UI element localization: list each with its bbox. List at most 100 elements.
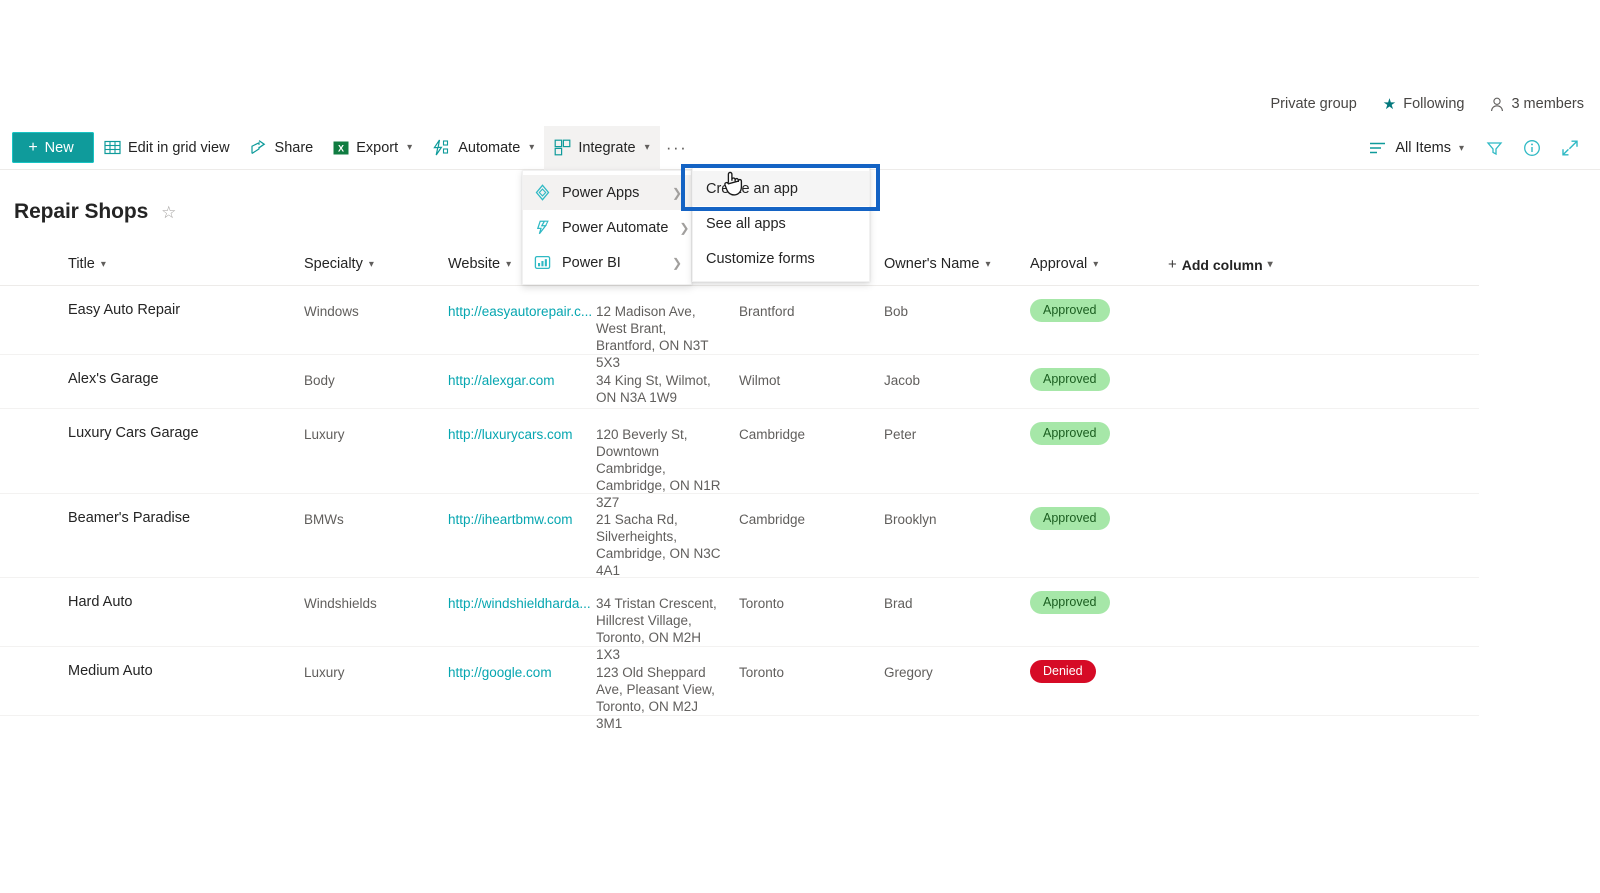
- submenu-item-customize-forms[interactable]: Customize forms: [693, 241, 869, 276]
- submenu-item-create-an-app[interactable]: Create an app: [693, 171, 869, 206]
- cell-specialty: Windows: [304, 304, 359, 319]
- cell-specialty: BMWs: [304, 512, 344, 527]
- share-icon: [250, 139, 268, 156]
- chevron-down-icon: ▾: [644, 142, 650, 153]
- cell-approval: Approved: [1030, 494, 1168, 530]
- list-view-icon: [1369, 141, 1387, 155]
- cell-empty: [1168, 286, 1328, 303]
- cell-city: Cambridge: [739, 512, 806, 527]
- cell-specialty: Luxury: [304, 665, 345, 680]
- command-bar-right: All Items ▾: [1361, 126, 1586, 170]
- cell-owner-name: Jacob: [884, 373, 921, 388]
- cell-specialty: Windshields: [304, 596, 377, 611]
- list-title-row: Repair Shops ☆: [14, 200, 176, 224]
- menu-item-power-bi[interactable]: Power BI ❯: [523, 245, 691, 280]
- cell-website: http://google.com: [448, 647, 596, 681]
- cell-city: Wilmot: [739, 373, 781, 388]
- status-badge: Approved: [1030, 507, 1110, 530]
- filter-button[interactable]: [1478, 132, 1510, 164]
- cell-city: Cambridge: [739, 427, 806, 442]
- members-label: 3 members: [1511, 96, 1584, 112]
- automate-button[interactable]: Automate ▾: [422, 126, 544, 170]
- chevron-right-icon: ❯: [679, 220, 690, 235]
- status-badge: Approved: [1030, 299, 1110, 322]
- plus-icon: +: [1168, 256, 1177, 273]
- cell-specialty: Luxury: [304, 427, 345, 442]
- cell-city: Brantford: [739, 304, 795, 319]
- view-selector-button[interactable]: All Items ▾: [1361, 132, 1472, 164]
- table-row[interactable]: Luxury Cars Garage Luxury http://luxuryc…: [0, 409, 1479, 510]
- cell-empty: [1168, 494, 1328, 511]
- cell-website: http://easyautorepair.c...: [448, 286, 596, 320]
- cell-address: 123 Old Sheppard Ave, Pleasant View, Tor…: [596, 665, 715, 731]
- sharepoint-list-page: Private group ★ Following 3 members + Ne…: [0, 0, 1600, 893]
- cell-owner-name: Bob: [884, 304, 909, 319]
- details-info-button[interactable]: [1516, 132, 1548, 164]
- submenu-item-label: Create an app: [706, 180, 798, 197]
- chevron-down-icon: ▾: [368, 258, 374, 270]
- integrate-button[interactable]: Integrate ▾: [544, 125, 660, 170]
- filter-icon: [1486, 140, 1503, 157]
- power-apps-icon: [534, 184, 551, 201]
- table-row[interactable]: Easy Auto Repair Windows http://easyauto…: [0, 286, 1479, 370]
- cell-specialty: Body: [304, 373, 335, 388]
- website-link[interactable]: http://luxurycars.com: [448, 427, 573, 442]
- chevron-down-icon: ▾: [100, 258, 106, 270]
- command-bar: + New Edit in grid view Share X Export ▾…: [0, 125, 1600, 170]
- export-button[interactable]: X Export ▾: [323, 126, 422, 170]
- menu-item-power-apps[interactable]: Power Apps ❯: [523, 175, 691, 210]
- cell-approval: Approved: [1030, 578, 1168, 614]
- more-commands-button[interactable]: ···: [660, 126, 694, 170]
- status-badge: Approved: [1030, 368, 1110, 391]
- table-row[interactable]: Hard Auto Windshields http://windshieldh…: [0, 578, 1479, 662]
- power-automate-icon: [534, 219, 551, 236]
- website-link[interactable]: http://google.com: [448, 665, 552, 680]
- submenu-item-label: See all apps: [706, 215, 786, 232]
- integrate-label: Integrate: [578, 139, 636, 156]
- edit-in-grid-view-button[interactable]: Edit in grid view: [94, 126, 240, 170]
- column-header-approval[interactable]: Approval ▾: [1030, 256, 1168, 272]
- menu-item-power-automate[interactable]: Power Automate ❯: [523, 210, 691, 245]
- table-row[interactable]: Alex's Garage Body http://alexgar.com 34…: [0, 355, 1479, 409]
- table-row[interactable]: Beamer's Paradise BMWs http://iheartbmw.…: [0, 494, 1479, 578]
- cell-website: http://luxurycars.com: [448, 409, 596, 443]
- privacy-label: Private group: [1271, 96, 1357, 112]
- svg-text:X: X: [338, 143, 344, 153]
- website-link[interactable]: http://alexgar.com: [448, 373, 555, 388]
- list-table: Title ▾ Specialty ▾ Website ▾ Address ▾ …: [0, 256, 1479, 731]
- expand-button[interactable]: [1554, 132, 1586, 164]
- chevron-down-icon: ▾: [529, 142, 535, 153]
- submenu-item-see-all-apps[interactable]: See all apps: [693, 206, 869, 241]
- website-link[interactable]: http://iheartbmw.com: [448, 512, 573, 527]
- cell-title: Hard Auto: [68, 594, 133, 610]
- share-button[interactable]: Share: [240, 126, 324, 170]
- cell-approval: Approved: [1030, 286, 1168, 322]
- column-header-title[interactable]: Title ▾: [12, 256, 304, 272]
- cell-title: Medium Auto: [68, 663, 153, 679]
- integrate-icon: [554, 139, 571, 156]
- status-badge: Denied: [1030, 660, 1096, 683]
- website-link[interactable]: http://easyautorepair.c...: [448, 304, 592, 319]
- following-button[interactable]: ★ Following: [1383, 96, 1465, 112]
- cell-empty: [1168, 578, 1328, 595]
- favorite-star-icon[interactable]: ☆: [161, 204, 176, 221]
- website-link[interactable]: http://windshieldharda...: [448, 596, 591, 611]
- excel-export-icon: X: [333, 140, 349, 156]
- table-row[interactable]: Medium Auto Luxury http://google.com 123…: [0, 647, 1479, 731]
- cell-owner-name: Brad: [884, 596, 913, 611]
- cell-approval: Approved: [1030, 409, 1168, 445]
- cell-owner-name: Gregory: [884, 665, 933, 680]
- cell-address: 34 King St, Wilmot, ON N3A 1W9: [596, 373, 711, 405]
- add-column-button[interactable]: + Add column ▾: [1168, 256, 1328, 273]
- new-button[interactable]: + New: [12, 132, 94, 163]
- cell-owner-name: Peter: [884, 427, 917, 442]
- chevron-right-icon: ❯: [671, 185, 682, 200]
- automate-label: Automate: [458, 139, 521, 156]
- status-badge: Approved: [1030, 422, 1110, 445]
- column-header-specialty[interactable]: Specialty ▾: [304, 256, 448, 272]
- cell-website: http://alexgar.com: [448, 355, 596, 389]
- members-button[interactable]: 3 members: [1490, 96, 1584, 112]
- chevron-down-icon: ▾: [1458, 142, 1464, 154]
- column-header-owner-name[interactable]: Owner's Name ▾: [884, 256, 1030, 272]
- chevron-down-icon: ▾: [407, 142, 413, 153]
